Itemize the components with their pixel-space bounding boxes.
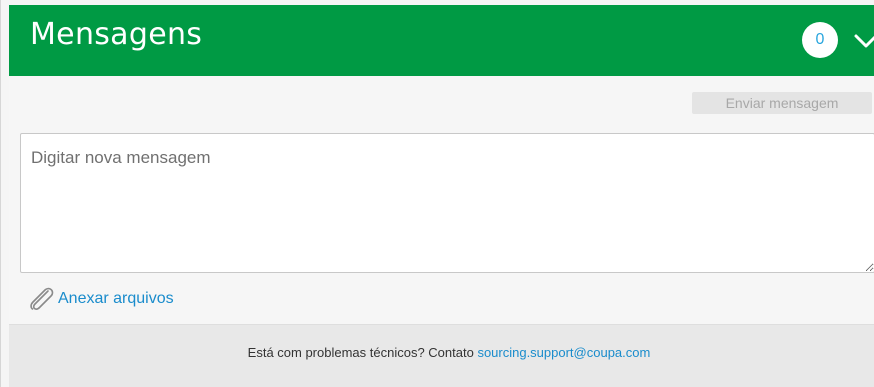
support-footer: Está com problemas técnicos? Contato sou… (9, 324, 874, 387)
message-count-badge: 0 (802, 22, 838, 58)
attach-files-link[interactable]: Anexar arquivos (26, 286, 174, 312)
messages-header: Mensagens 0 (9, 5, 874, 76)
messages-panel: Mensagens 0 Enviar mensagem Anexar arqui… (0, 0, 874, 387)
paperclip-icon (26, 286, 56, 312)
collapse-toggle-button[interactable] (853, 27, 874, 53)
panel-title: Mensagens (30, 17, 203, 52)
chevron-down-icon (854, 34, 874, 48)
message-composer: Enviar mensagem Anexar arquivos (9, 76, 874, 324)
support-message: Está com problemas técnicos? Contato sou… (9, 345, 874, 360)
support-text: Está com problemas técnicos? Contato (247, 345, 478, 360)
send-message-button[interactable]: Enviar mensagem (692, 92, 872, 114)
support-email-link[interactable]: sourcing.support@coupa.com (477, 345, 650, 360)
attach-files-label: Anexar arquivos (58, 290, 174, 307)
new-message-input[interactable] (20, 133, 874, 273)
